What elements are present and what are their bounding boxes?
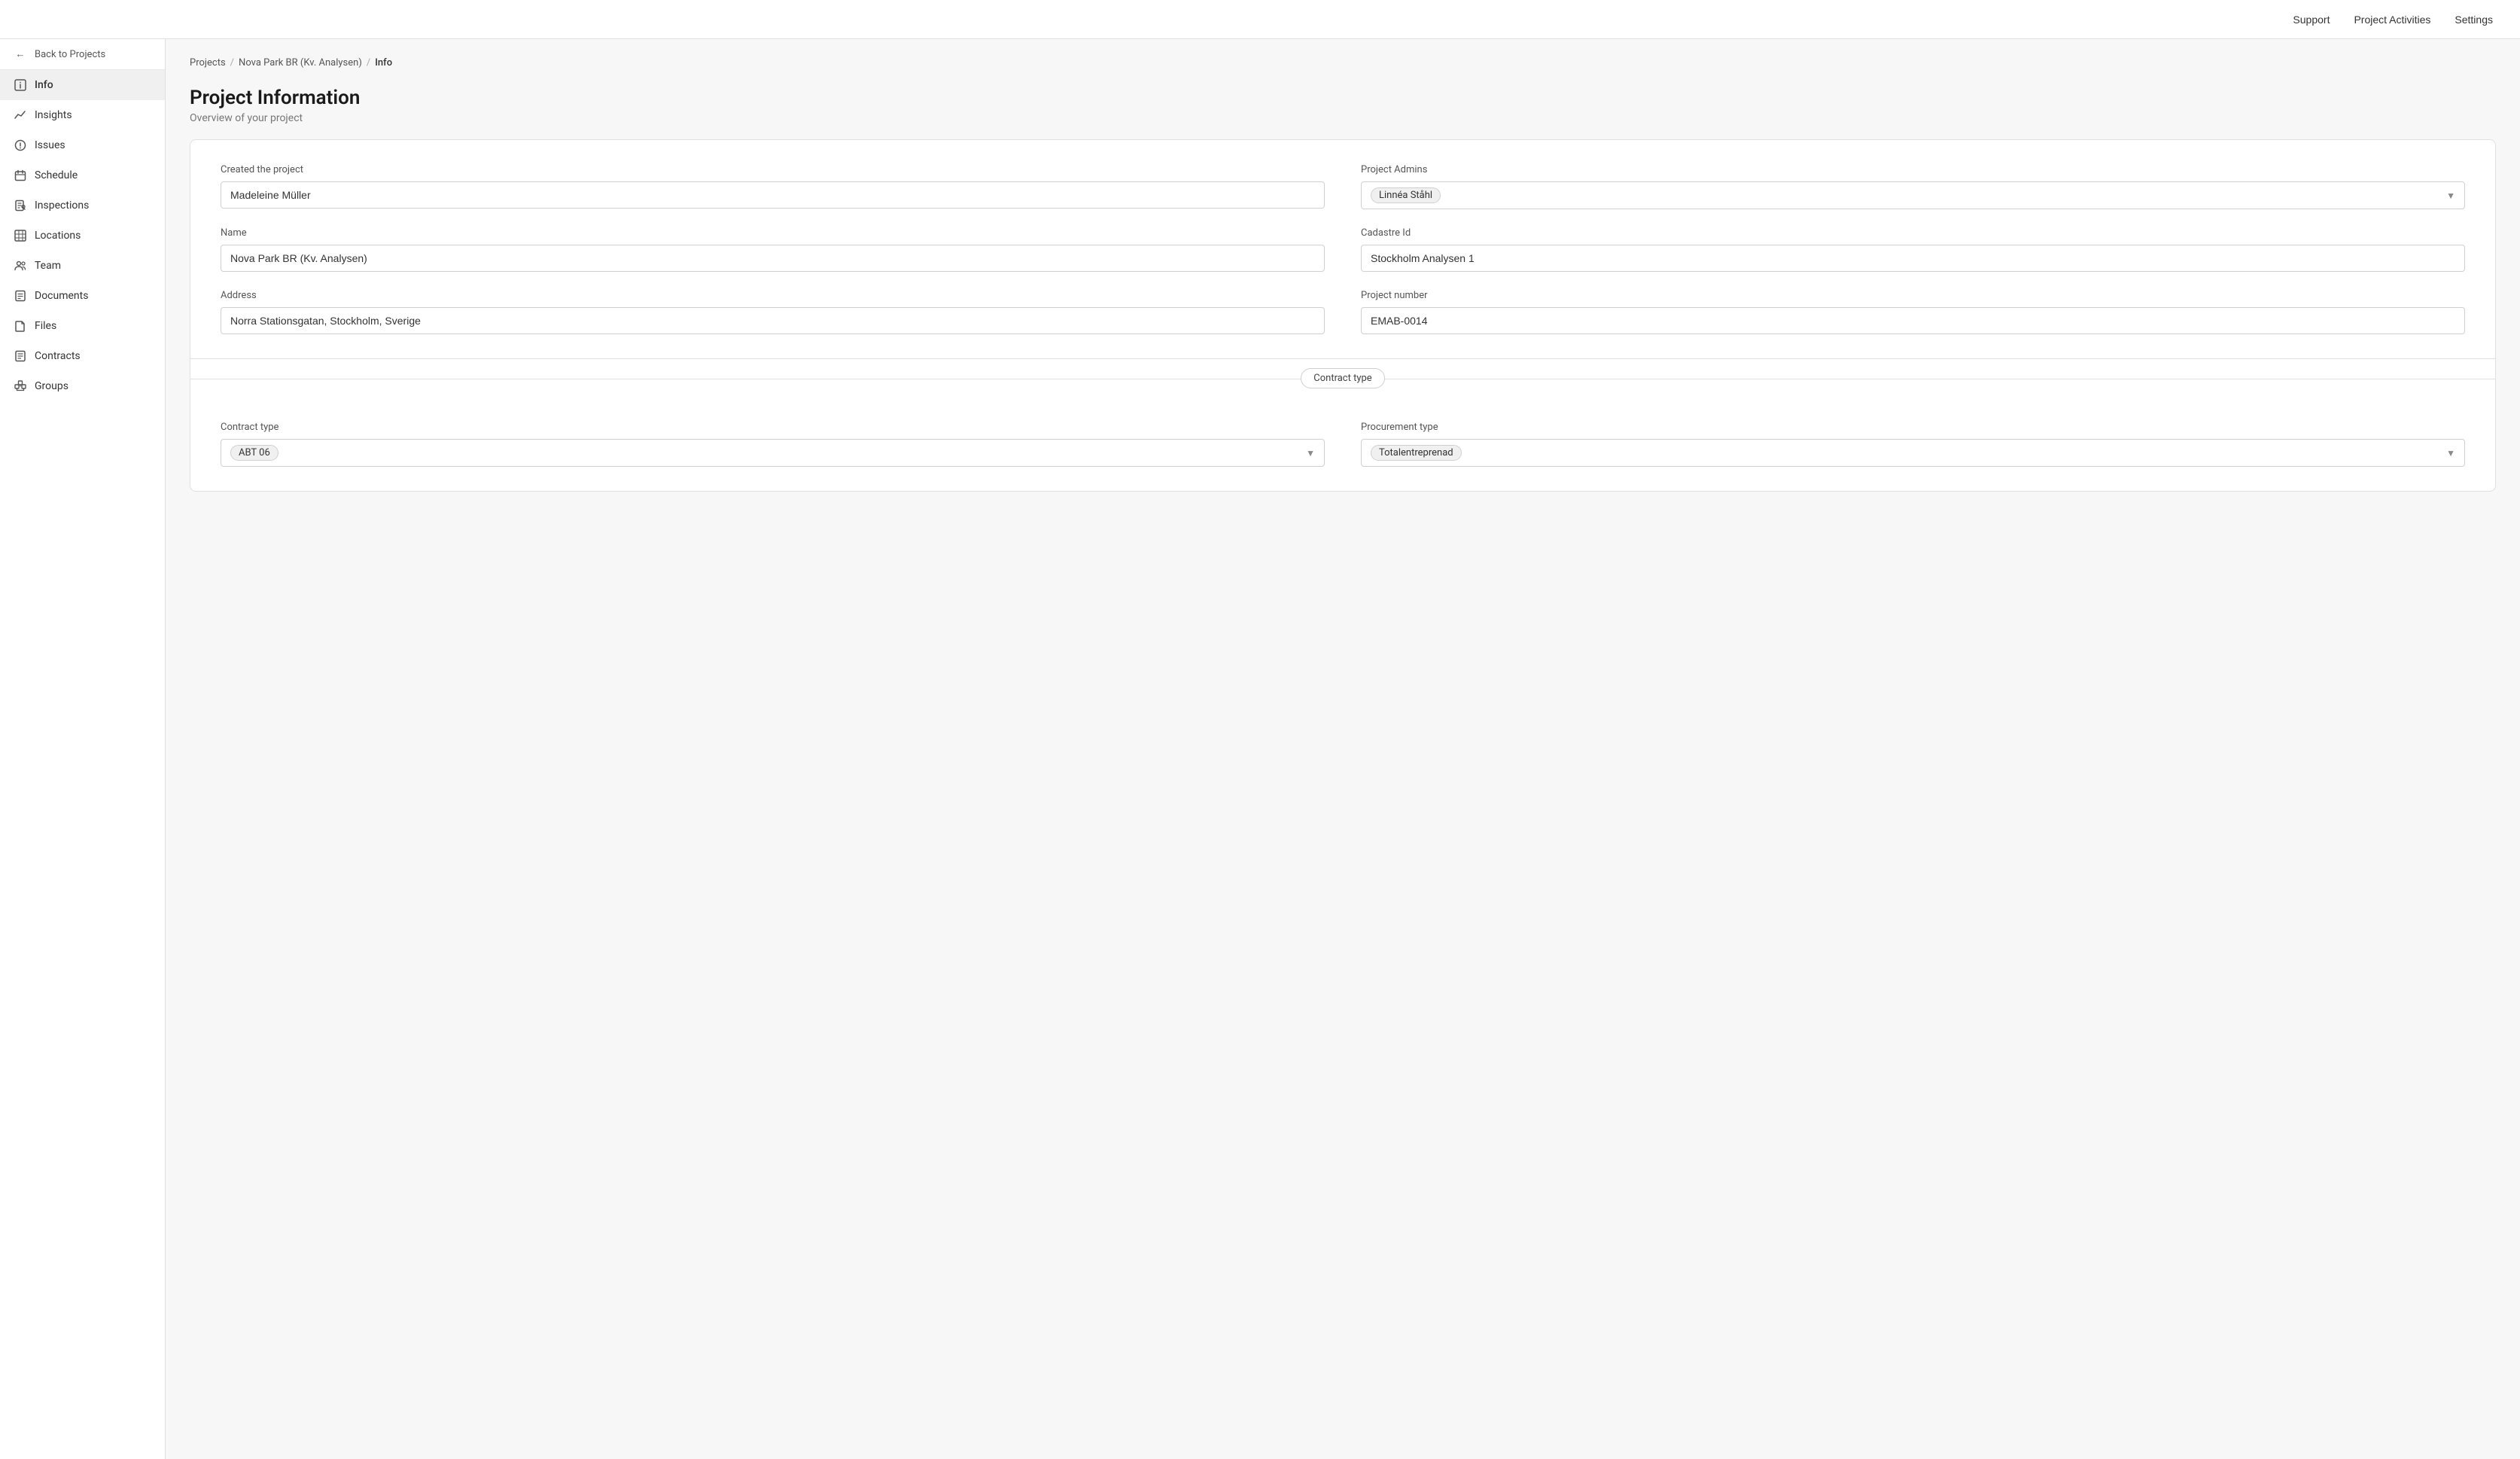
procurement-tag: Totalentreprenad xyxy=(1371,445,1462,461)
back-icon: ← xyxy=(14,47,27,61)
sidebar-item-team[interactable]: Team xyxy=(0,251,165,281)
main-form-section: Created the project Project Admins Linné… xyxy=(190,140,2495,358)
sidebar: ← Back to Projects Info Insights Issues xyxy=(0,39,166,1459)
schedule-icon xyxy=(14,169,27,182)
files-icon xyxy=(14,319,27,333)
issues-icon xyxy=(14,139,27,152)
inspections-icon xyxy=(14,199,27,212)
contract-type-tag: ABT 06 xyxy=(230,445,278,461)
contract-type-select[interactable]: ABT 06 ▼ xyxy=(221,439,1325,467)
breadcrumb-sep-2: / xyxy=(367,57,370,69)
info-icon xyxy=(14,78,27,92)
address-input[interactable] xyxy=(221,307,1325,334)
settings-button[interactable]: Settings xyxy=(2445,9,2502,30)
topbar-actions: Support Project Activities Settings xyxy=(2284,9,2502,30)
name-input[interactable] xyxy=(221,245,1325,272)
contract-type-group: Contract type ABT 06 ▼ xyxy=(221,422,1325,467)
breadcrumb-projects[interactable]: Projects xyxy=(190,57,226,69)
project-name-group: Name xyxy=(221,227,1325,272)
contract-type-divider-label: Contract type xyxy=(1301,368,1384,388)
cadastre-input[interactable] xyxy=(1361,245,2465,272)
breadcrumb-project-name[interactable]: Nova Park BR (Kv. Analysen) xyxy=(239,57,362,69)
created-input[interactable] xyxy=(221,181,1325,209)
project-activities-button[interactable]: Project Activities xyxy=(2345,9,2439,30)
project-info-card: Created the project Project Admins Linné… xyxy=(190,139,2496,492)
support-button[interactable]: Support xyxy=(2284,9,2339,30)
sidebar-item-locations[interactable]: Locations xyxy=(0,221,165,251)
project-number-input[interactable] xyxy=(1361,307,2465,334)
sidebar-item-issues[interactable]: Issues xyxy=(0,130,165,160)
admins-select[interactable]: Linnéa Ståhl ▼ xyxy=(1361,181,2465,209)
contract-type-label: Contract type xyxy=(221,422,1325,433)
team-icon xyxy=(14,259,27,273)
procurement-select[interactable]: Totalentreprenad ▼ xyxy=(1361,439,2465,467)
documents-icon xyxy=(14,289,27,303)
contract-type-chevron-icon: ▼ xyxy=(1306,448,1315,458)
sidebar-item-info[interactable]: Info xyxy=(0,70,165,100)
project-admins-group: Project Admins Linnéa Ståhl ▼ xyxy=(1361,164,2465,209)
breadcrumb: Projects / Nova Park BR (Kv. Analysen) /… xyxy=(190,57,2496,69)
admin-tag: Linnéa Ståhl xyxy=(1371,187,1441,203)
sidebar-item-files[interactable]: Files xyxy=(0,311,165,341)
page-title: Project Information xyxy=(190,87,2496,109)
form-grid-main: Created the project Project Admins Linné… xyxy=(221,164,2465,334)
created-label: Created the project xyxy=(221,164,1325,175)
contracts-icon xyxy=(14,349,27,363)
address-group: Address xyxy=(221,290,1325,334)
name-label: Name xyxy=(221,227,1325,239)
sidebar-item-insights[interactable]: Insights xyxy=(0,100,165,130)
sidebar-item-inspections[interactable]: Inspections xyxy=(0,190,165,221)
procurement-chevron-icon: ▼ xyxy=(2446,448,2455,458)
contract-form-section: Contract type ABT 06 ▼ Procurement type … xyxy=(190,397,2495,491)
project-number-group: Project number xyxy=(1361,290,2465,334)
main-content: Projects / Nova Park BR (Kv. Analysen) /… xyxy=(166,39,2520,1459)
topbar: Support Project Activities Settings xyxy=(0,0,2520,39)
sidebar-item-documents[interactable]: Documents xyxy=(0,281,165,311)
procurement-label: Procurement type xyxy=(1361,422,2465,433)
app-layout: ← Back to Projects Info Insights Issues xyxy=(0,39,2520,1459)
procurement-type-group: Procurement type Totalentreprenad ▼ xyxy=(1361,422,2465,467)
sidebar-item-groups[interactable]: Groups xyxy=(0,371,165,401)
cadastre-label: Cadastre Id xyxy=(1361,227,2465,239)
contract-type-divider: Contract type xyxy=(190,358,2495,397)
cadastre-group: Cadastre Id xyxy=(1361,227,2465,272)
breadcrumb-sep-1: / xyxy=(230,57,234,69)
groups-icon xyxy=(14,379,27,393)
form-grid-contract: Contract type ABT 06 ▼ Procurement type … xyxy=(221,422,2465,467)
sidebar-item-contracts[interactable]: Contracts xyxy=(0,341,165,371)
admins-label: Project Admins xyxy=(1361,164,2465,175)
address-label: Address xyxy=(221,290,1325,301)
breadcrumb-current: Info xyxy=(375,57,392,69)
created-project-group: Created the project xyxy=(221,164,1325,209)
sidebar-item-schedule[interactable]: Schedule xyxy=(0,160,165,190)
admins-chevron-icon: ▼ xyxy=(2446,190,2455,201)
insights-icon xyxy=(14,108,27,122)
project-number-label: Project number xyxy=(1361,290,2465,301)
locations-icon xyxy=(14,229,27,242)
back-to-projects[interactable]: ← Back to Projects xyxy=(0,39,165,70)
page-subtitle: Overview of your project xyxy=(190,112,2496,124)
